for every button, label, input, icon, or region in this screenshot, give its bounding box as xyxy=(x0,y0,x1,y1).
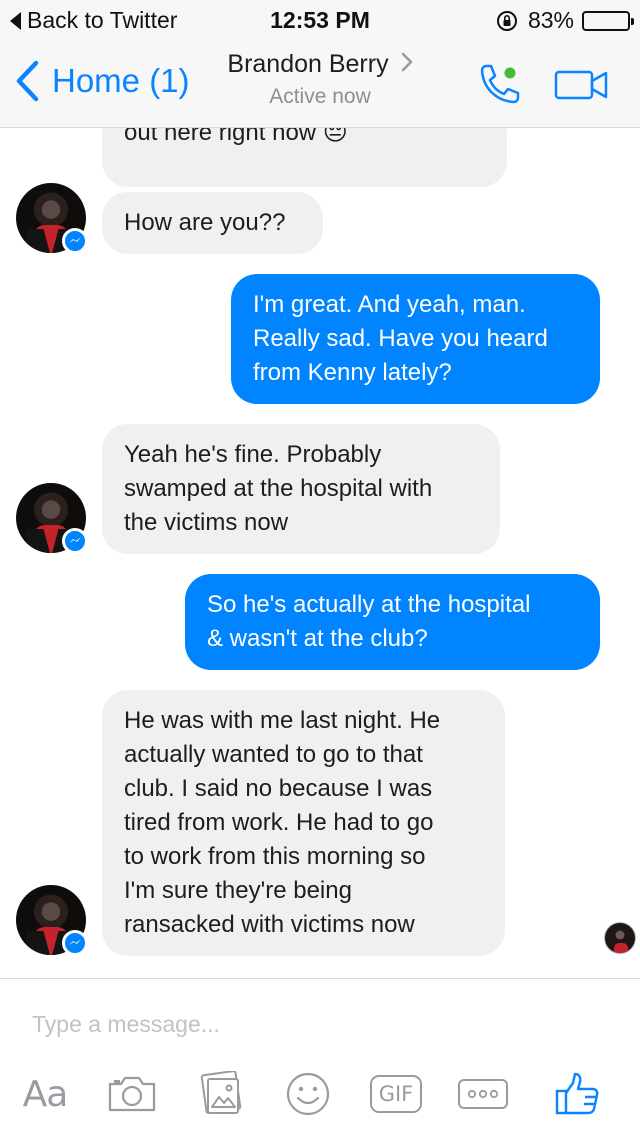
message-line: How are you?? xyxy=(124,209,286,236)
message-line: out here right now 😔 xyxy=(124,128,348,146)
text-format-icon: Aa xyxy=(22,1073,69,1115)
orientation-lock-icon xyxy=(496,10,518,32)
message-bubble-incoming[interactable]: How are you?? xyxy=(102,192,323,254)
message-line: tired from work. He had to go xyxy=(124,809,434,836)
message-line: I'm sure they're being xyxy=(124,877,352,904)
more-icon xyxy=(458,1079,508,1109)
like-thumbs-up-icon xyxy=(555,1072,599,1115)
conversation-header: Home (1) Brandon Berry Active now xyxy=(0,40,640,128)
video-camera-icon xyxy=(554,70,608,100)
video-call-button[interactable] xyxy=(554,68,610,102)
battery-percent: 83% xyxy=(527,7,574,33)
status-bar: Back to Twitter 12:53 PM 83% xyxy=(0,0,640,40)
message-line: actually wanted to go to that xyxy=(124,741,423,768)
message-line: to work from this morning so xyxy=(124,843,426,870)
photo-gallery-icon xyxy=(200,1071,242,1114)
message-line: I'm great. And yeah, man. xyxy=(253,291,526,318)
chevron-left-icon xyxy=(16,60,39,102)
messenger-badge-icon xyxy=(62,528,88,554)
message-thread[interactable]: out here right now 😔 How are you?? I'm g… xyxy=(0,128,640,978)
like-button[interactable] xyxy=(552,1069,602,1119)
text-format-button[interactable]: Aa xyxy=(18,1069,72,1119)
gif-label: GIF xyxy=(378,1082,414,1106)
message-line: ransacked with victims now xyxy=(124,911,415,938)
message-line: He was with me last night. He xyxy=(124,707,441,734)
voice-call-button[interactable] xyxy=(474,60,524,110)
read-receipt-avatar xyxy=(604,922,636,954)
home-back-label: Home (1) xyxy=(52,62,190,99)
presence-status: Active now xyxy=(269,85,371,108)
emoji-icon xyxy=(286,1072,330,1116)
emoji-button[interactable] xyxy=(284,1069,332,1119)
composer-toolbar: Aa GIF xyxy=(0,1069,640,1119)
gif-button[interactable]: GIF xyxy=(368,1069,424,1119)
more-options-button[interactable] xyxy=(456,1069,510,1119)
photo-gallery-button[interactable] xyxy=(196,1069,248,1119)
camera-button[interactable] xyxy=(104,1069,160,1119)
message-line: Yeah he's fine. Probably xyxy=(124,441,382,468)
status-right: 83% xyxy=(496,7,634,34)
message-line: the victims now xyxy=(124,509,289,536)
message-line: swamped at the hospital with xyxy=(124,475,433,502)
message-bubble-incoming[interactable]: He was with me last night. He actually w… xyxy=(102,690,505,956)
battery-icon xyxy=(582,10,634,31)
camera-icon xyxy=(108,1076,156,1112)
message-line: Really sad. Have you heard xyxy=(253,325,548,352)
contact-title[interactable]: Brandon Berry Active now xyxy=(170,50,470,109)
message-bubble-outgoing[interactable]: So he's actually at the hospital & wasn'… xyxy=(185,574,600,670)
composer: Aa G xyxy=(0,978,640,1136)
message-bubble-outgoing[interactable]: I'm great. And yeah, man. Really sad. Ha… xyxy=(231,274,600,404)
message-bubble-incoming[interactable]: Yeah he's fine. Probably swamped at the … xyxy=(102,424,500,554)
message-line: & wasn't at the club? xyxy=(207,625,428,652)
message-line: from Kenny lately? xyxy=(253,359,452,386)
message-line: So he's actually at the hospital xyxy=(207,591,531,618)
home-back-button[interactable]: Home (1) xyxy=(14,60,190,102)
contact-name: Brandon Berry xyxy=(227,50,389,78)
message-line: club. I said no because I was xyxy=(124,775,433,802)
chevron-right-icon xyxy=(401,51,413,79)
contact-name-row: Brandon Berry xyxy=(227,50,412,79)
messenger-badge-icon xyxy=(62,930,88,956)
message-bubble-incoming[interactable]: out here right now 😔 xyxy=(102,128,507,187)
gif-icon: GIF xyxy=(370,1075,422,1113)
message-input[interactable] xyxy=(32,1007,592,1041)
messenger-badge-icon xyxy=(62,228,88,254)
phone-icon xyxy=(480,64,520,104)
